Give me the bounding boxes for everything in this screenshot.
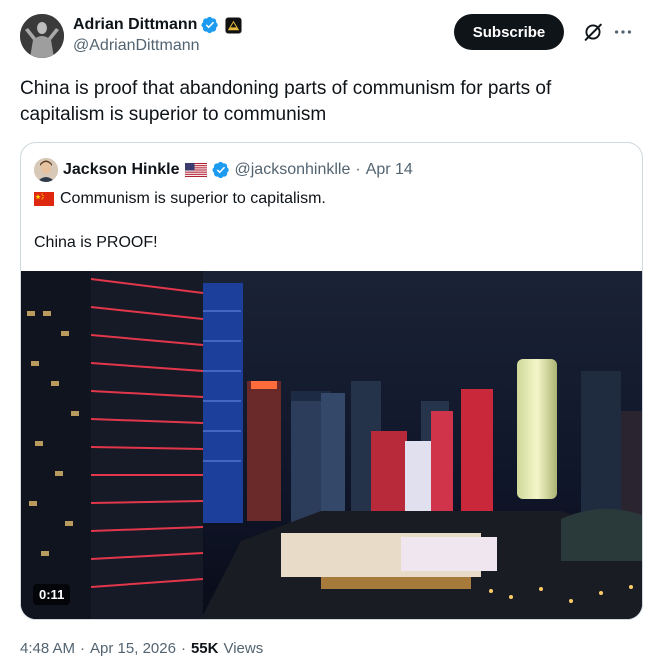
tweet-header: Adrian Dittmann @AdrianDittmann Subscrib… [20,12,636,60]
separator-dot: · [180,640,186,657]
tweet-date[interactable]: Apr 15, 2026 [90,640,176,657]
city-night-video-frame [21,271,642,619]
quoted-tweet-card[interactable]: Jackson Hinkle @jacksonhinklle · Apr 14 [20,142,643,620]
subscribe-button[interactable]: Subscribe [454,14,564,50]
views-count: 55K [190,640,219,657]
portrait-avatar-image [34,158,58,182]
quoted-display-name: Jackson Hinkle [63,161,180,178]
china-flag-icon [34,192,54,206]
quoted-text-line-1-text: Communism is superior to capitalism. [60,190,326,207]
statue-avatar-image [20,14,64,58]
author-avatar[interactable] [20,14,64,58]
separator-dot: · [355,161,361,178]
separator-dot: · [80,640,86,657]
author-name-block: Adrian Dittmann @AdrianDittmann [73,15,243,55]
verified-badge-icon [211,161,229,179]
quoted-handle: @jacksonhinklle [234,161,351,178]
tweet-meta: 4:48 AM · Apr 15, 2026 · 55K Views [20,640,263,657]
tweet-text: China is proof that abandoning parts of … [20,78,552,125]
quoted-date: Apr 14 [365,161,413,178]
more-icon[interactable] [612,21,634,43]
author-display-name[interactable]: Adrian Dittmann [73,16,197,34]
tweet-time[interactable]: 4:48 AM [20,640,75,657]
video-duration: 0:11 [33,584,71,605]
views-label: Views [223,640,264,657]
quoted-text-line-1: Communism is superior to capitalism. [34,190,326,208]
us-flag-icon [184,163,207,177]
quoted-text-line-2: China is PROOF! [34,234,158,251]
author-handle[interactable]: @AdrianDittmann [73,37,242,55]
quoted-author-avatar [34,158,58,182]
affiliate-badge-icon[interactable] [225,16,243,34]
quoted-tweet-header: Jackson Hinkle @jacksonhinklle · Apr 14 [34,158,413,182]
video-player[interactable]: 0:11 [21,271,642,619]
grok-icon[interactable] [582,21,604,43]
verified-badge-icon [201,16,219,34]
